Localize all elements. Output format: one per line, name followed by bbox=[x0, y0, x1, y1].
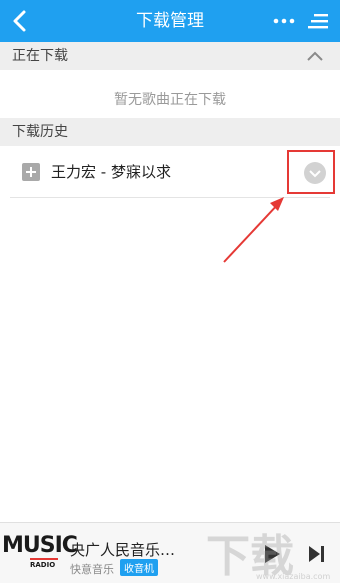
plus-square-icon[interactable] bbox=[22, 163, 40, 181]
track-name: 王力宏 - 梦寐以求 bbox=[51, 163, 171, 181]
play-button[interactable] bbox=[262, 543, 282, 565]
section-downloading-header: 正在下载 bbox=[0, 42, 340, 70]
radio-badge: 收音机 bbox=[120, 559, 158, 576]
mini-player[interactable]: MUSIC RADIO 央广人民音乐… 快意音乐 收音机 bbox=[0, 522, 340, 583]
music-radio-logo: MUSIC RADIO bbox=[2, 531, 78, 577]
play-icon bbox=[265, 545, 280, 563]
menu-button[interactable] bbox=[308, 8, 332, 34]
logo-sub: RADIO bbox=[30, 561, 56, 569]
section-downloading-title: 正在下载 bbox=[12, 48, 68, 64]
more-horizontal-icon bbox=[273, 18, 295, 24]
section-history-title: 下载历史 bbox=[12, 124, 68, 140]
player-source: 快意音乐 bbox=[70, 563, 114, 576]
logo-text: MUSIC bbox=[2, 533, 78, 558]
row-divider bbox=[10, 197, 330, 198]
more-button[interactable] bbox=[272, 8, 296, 34]
menu-icon bbox=[308, 14, 328, 29]
annotation-highlight-box bbox=[287, 150, 335, 194]
next-button[interactable] bbox=[306, 543, 328, 565]
skip-next-icon bbox=[309, 546, 324, 562]
chevron-up-icon bbox=[307, 51, 323, 61]
logo-bar bbox=[30, 558, 58, 560]
empty-download-message: 暂无歌曲正在下载 bbox=[114, 92, 226, 108]
app-header: 下载管理 bbox=[0, 0, 340, 42]
collapse-button[interactable] bbox=[304, 46, 326, 66]
player-station-name: 央广人民音乐… bbox=[70, 541, 176, 559]
section-history-header: 下载历史 bbox=[0, 118, 340, 146]
